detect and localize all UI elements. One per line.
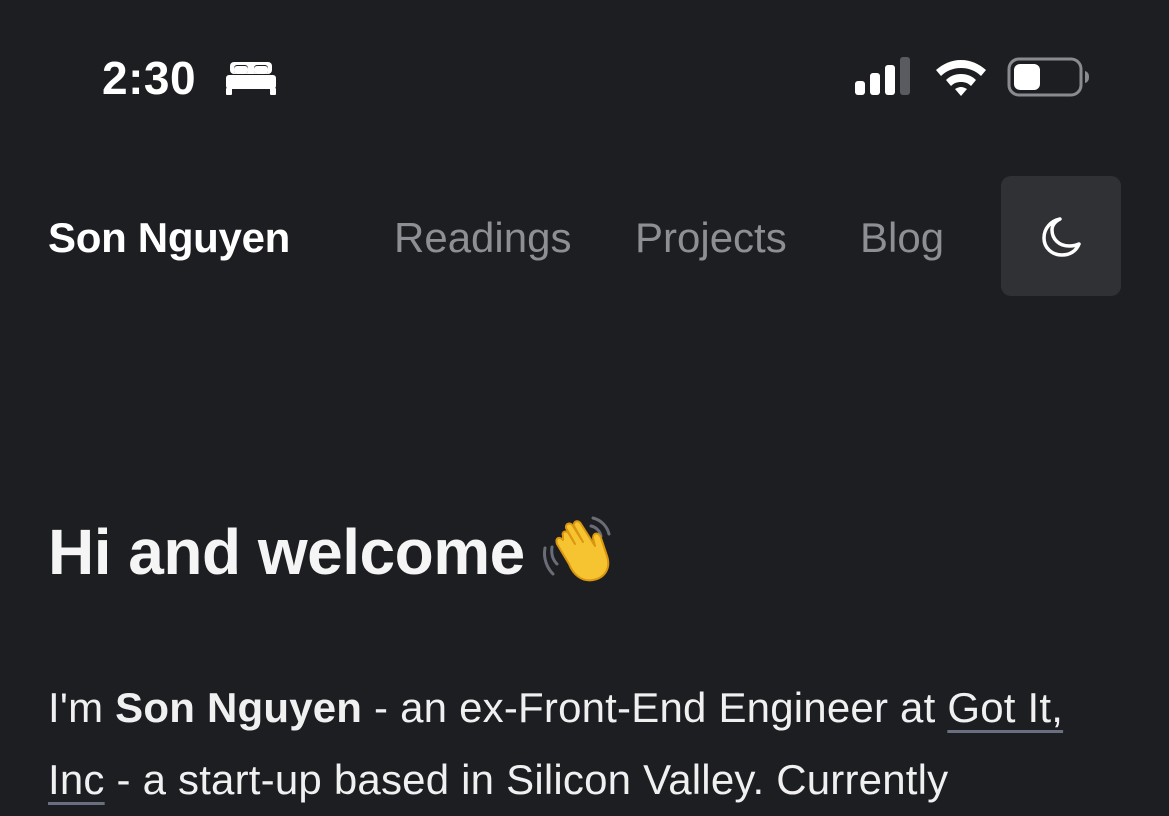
bed-icon [226, 62, 276, 95]
nav-link-blog[interactable]: Blog [860, 213, 944, 263]
site-name-link[interactable]: Son Nguyen [48, 213, 290, 263]
intro-middle: - an ex-Front-End Engineer at [362, 684, 948, 731]
cellular-signal-icon [855, 57, 910, 95]
theme-toggle-button[interactable] [1001, 176, 1121, 296]
battery-icon [1007, 57, 1089, 97]
intro-name: Son Nguyen [115, 684, 363, 731]
moon-icon [1042, 217, 1081, 257]
top-navigation: Son Nguyen Readings Projects Blog [0, 176, 1169, 296]
nav-link-readings[interactable]: Readings [394, 213, 571, 263]
wifi-icon [936, 60, 986, 96]
nav-link-projects[interactable]: Projects [635, 213, 787, 263]
waving-hand-icon [542, 516, 611, 582]
intro-suffix: - a start-up based in Silicon Valley. Cu… [104, 756, 949, 803]
intro-prefix: I'm [48, 684, 116, 731]
status-bar: 2:30 [0, 0, 1169, 140]
intro-paragraph: I'm Son Nguyen - an ex-Front-End Enginee… [48, 672, 1128, 816]
page-heading: Hi and welcome [48, 512, 617, 592]
status-time: 2:30 [102, 52, 197, 104]
heading-text: Hi and welcome [48, 516, 525, 588]
